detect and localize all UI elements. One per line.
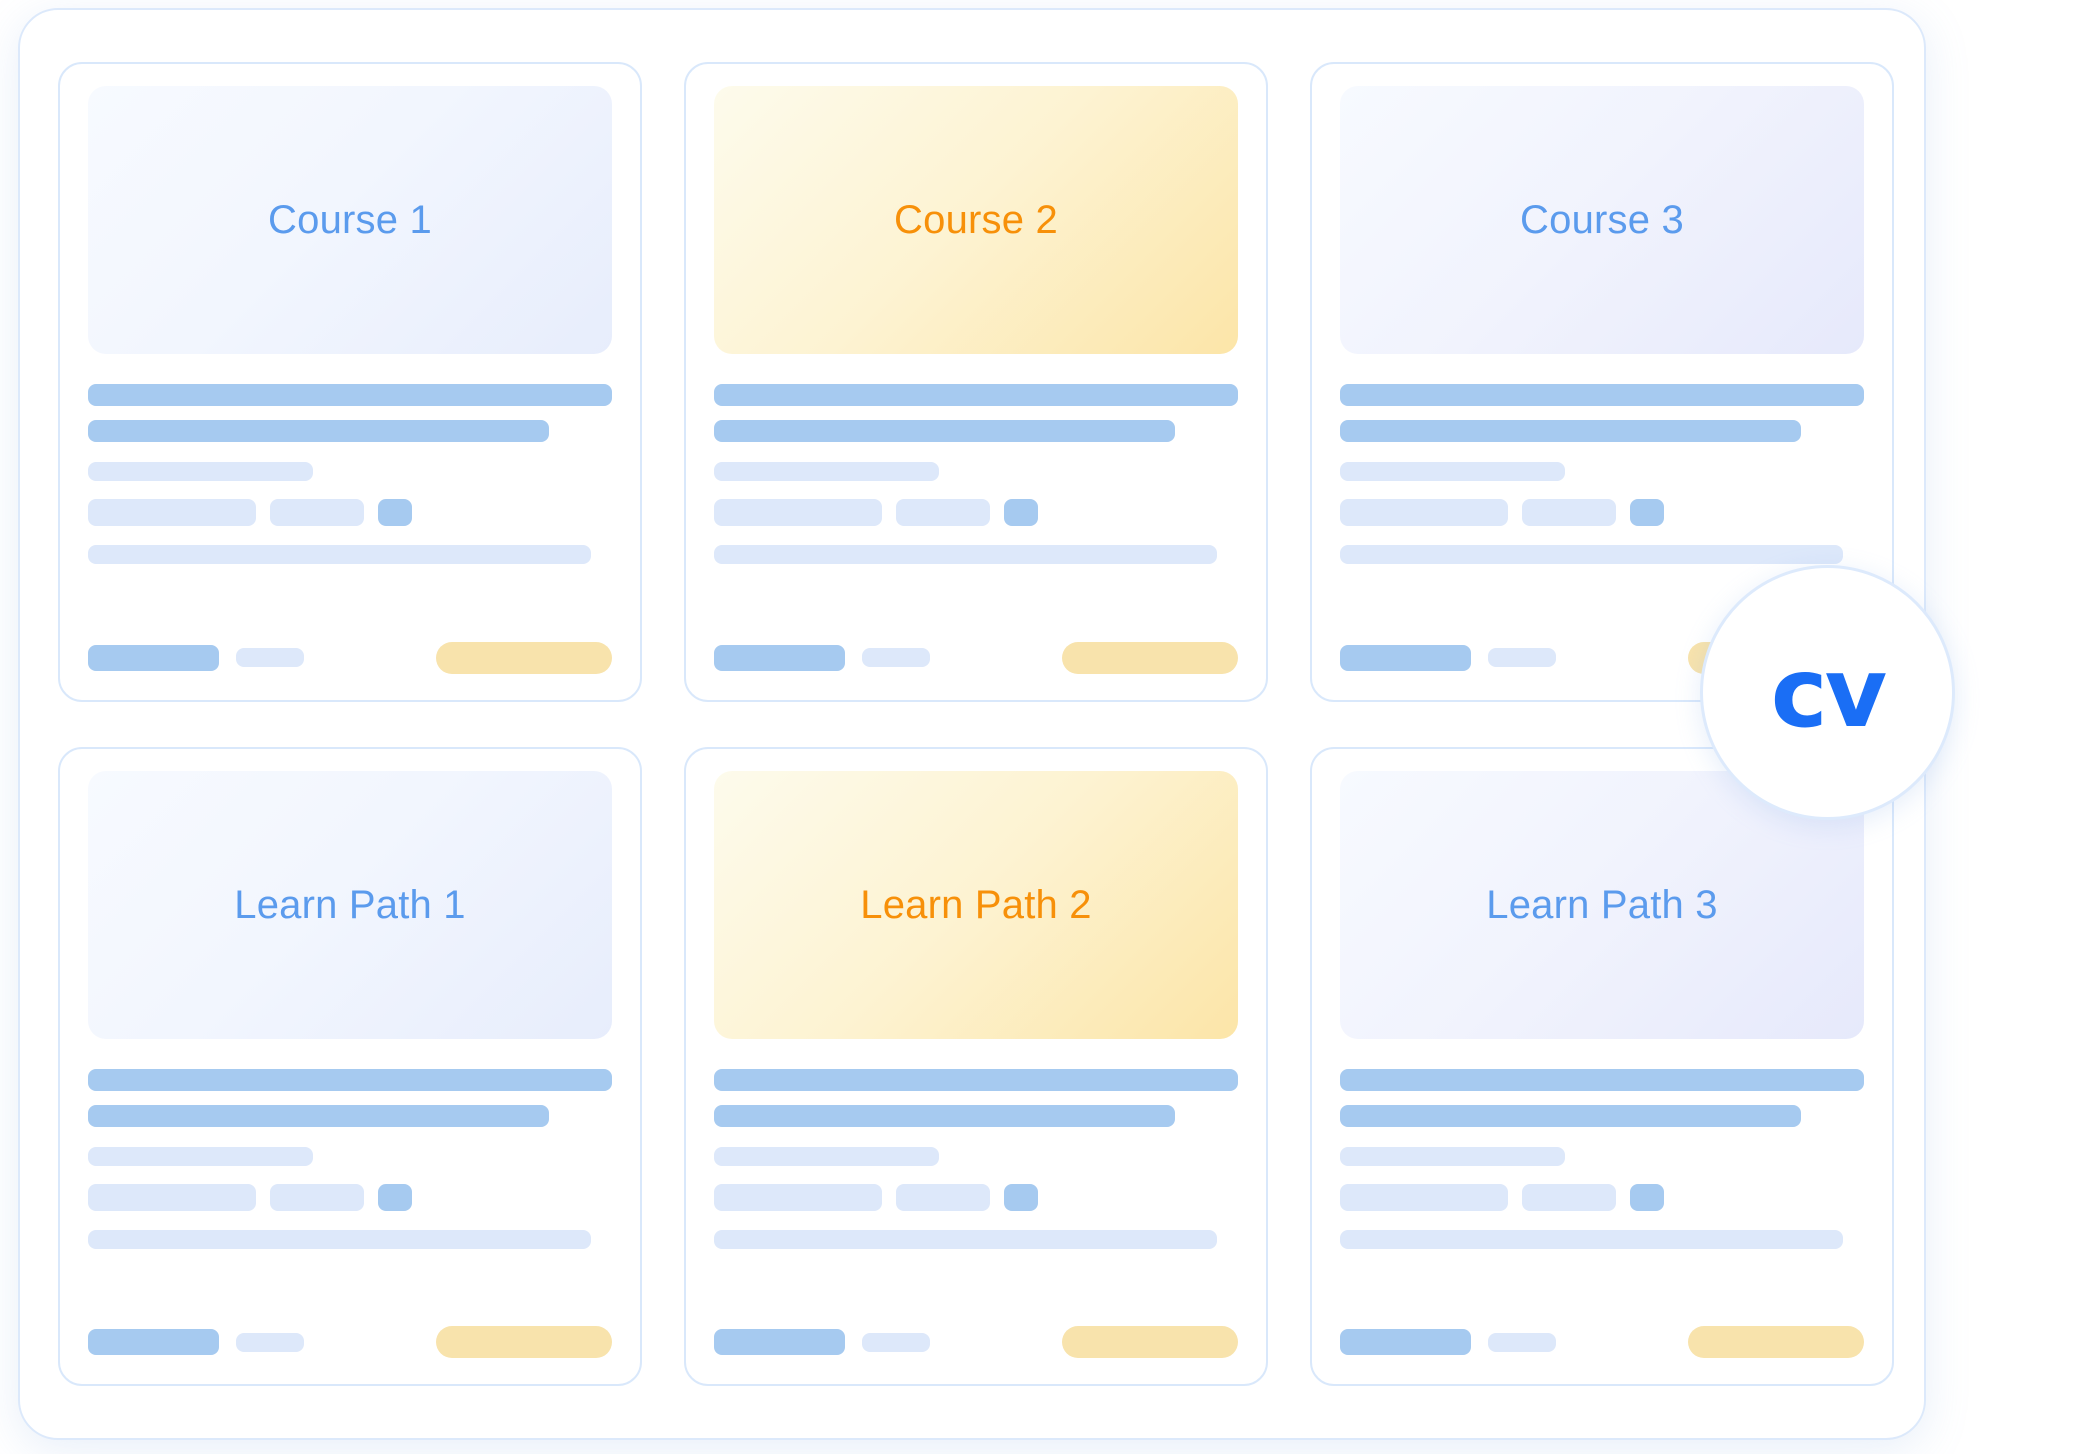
skeleton-tag-row bbox=[714, 1183, 1238, 1211]
skeleton-cta-button[interactable] bbox=[436, 641, 612, 674]
skeleton-footer-secondary bbox=[862, 1332, 931, 1352]
skeleton-tag-accent bbox=[377, 499, 413, 526]
skeleton-tag bbox=[1340, 499, 1508, 526]
card-title: Course 1 bbox=[268, 198, 432, 242]
cv-brand-badge: cv bbox=[1700, 565, 1955, 820]
skeleton-meta-bar bbox=[1340, 462, 1566, 481]
card-footer-row bbox=[714, 1296, 1238, 1358]
skeleton-description-bar bbox=[88, 1229, 592, 1249]
skeleton-cta-button[interactable] bbox=[1062, 1326, 1238, 1358]
card-thumbnail: Learn Path 2 bbox=[714, 770, 1238, 1039]
card-skeleton-body bbox=[714, 384, 1238, 674]
learn-path-card[interactable]: Learn Path 1 bbox=[58, 746, 642, 1386]
skeleton-tag bbox=[895, 1183, 990, 1211]
card-title: Learn Path 3 bbox=[1486, 882, 1718, 927]
card-title: Course 2 bbox=[894, 198, 1058, 242]
skeleton-tag-accent bbox=[377, 1183, 413, 1211]
skeleton-title-bar bbox=[714, 1068, 1238, 1091]
skeleton-tag-accent bbox=[1629, 1183, 1665, 1211]
skeleton-tag bbox=[269, 1183, 364, 1211]
skeleton-footer-primary bbox=[714, 1329, 845, 1355]
learn-path-card[interactable]: Learn Path 2 bbox=[684, 746, 1268, 1386]
skeleton-tag bbox=[1521, 1183, 1616, 1211]
card-thumbnail: Learn Path 1 bbox=[88, 770, 612, 1039]
card-footer-row bbox=[88, 612, 612, 674]
skeleton-subtitle-bar bbox=[714, 420, 1176, 442]
skeleton-tag-row bbox=[88, 499, 612, 526]
skeleton-tag-accent bbox=[1003, 1183, 1039, 1211]
skeleton-title-bar bbox=[1340, 1068, 1864, 1091]
skeleton-tag-row bbox=[1340, 499, 1864, 526]
skeleton-meta-bar bbox=[714, 1146, 940, 1166]
card-thumbnail: Course 1 bbox=[88, 86, 612, 354]
skeleton-title-bar bbox=[714, 384, 1238, 406]
skeleton-meta-bar bbox=[88, 1146, 314, 1166]
skeleton-footer-secondary bbox=[236, 648, 305, 667]
skeleton-tag bbox=[714, 1183, 882, 1211]
skeleton-subtitle-bar bbox=[1340, 1104, 1802, 1127]
skeleton-tag-row bbox=[714, 499, 1238, 526]
card-title: Course 3 bbox=[1520, 198, 1684, 242]
skeleton-footer-secondary bbox=[1488, 1332, 1557, 1352]
skeleton-tag bbox=[88, 499, 256, 526]
skeleton-description-bar bbox=[714, 545, 1218, 564]
card-title: Learn Path 2 bbox=[860, 882, 1092, 927]
skeleton-title-bar bbox=[88, 1068, 612, 1091]
skeleton-tag-accent bbox=[1629, 499, 1665, 526]
skeleton-footer-primary bbox=[88, 1329, 219, 1355]
card-skeleton-body bbox=[88, 1068, 612, 1358]
cv-logo-text: cv bbox=[1770, 636, 1887, 749]
card-skeleton-body bbox=[88, 384, 612, 674]
learn-path-card[interactable]: Learn Path 3 bbox=[1310, 746, 1894, 1386]
skeleton-meta-bar bbox=[714, 462, 940, 481]
skeleton-cta-button[interactable] bbox=[1688, 1326, 1864, 1358]
skeleton-footer-secondary bbox=[1488, 648, 1557, 667]
skeleton-meta-bar bbox=[1340, 1146, 1566, 1166]
skeleton-meta-bar bbox=[88, 462, 314, 481]
card-thumbnail: Course 3 bbox=[1340, 86, 1864, 354]
card-thumbnail: Course 2 bbox=[714, 86, 1238, 354]
skeleton-cta-button[interactable] bbox=[1062, 641, 1238, 674]
skeleton-tag-row bbox=[1340, 1183, 1864, 1211]
skeleton-footer-primary bbox=[1340, 644, 1471, 671]
screenshot-stage: Course 1 Course 2 Course 3 Learn Path 1 … bbox=[0, 0, 2080, 1454]
skeleton-description-bar bbox=[88, 545, 592, 564]
skeleton-description-bar bbox=[1340, 1229, 1844, 1249]
skeleton-title-bar bbox=[88, 384, 612, 406]
skeleton-footer-primary bbox=[88, 644, 219, 671]
skeleton-subtitle-bar bbox=[88, 420, 550, 442]
card-footer-row bbox=[1340, 1296, 1864, 1358]
skeleton-footer-secondary bbox=[236, 1332, 305, 1352]
course-card[interactable]: Course 1 bbox=[58, 62, 642, 702]
skeleton-footer-primary bbox=[714, 644, 845, 671]
skeleton-footer-secondary bbox=[862, 648, 931, 667]
skeleton-tag-accent bbox=[1003, 499, 1039, 526]
skeleton-subtitle-bar bbox=[714, 1104, 1176, 1127]
skeleton-tag bbox=[714, 499, 882, 526]
skeleton-description-bar bbox=[714, 1229, 1218, 1249]
course-card[interactable]: Course 2 bbox=[684, 62, 1268, 702]
skeleton-footer-primary bbox=[1340, 1329, 1471, 1355]
skeleton-description-bar bbox=[1340, 545, 1844, 564]
skeleton-tag-row bbox=[88, 1183, 612, 1211]
skeleton-tag bbox=[269, 499, 364, 526]
card-grid: Course 1 Course 2 Course 3 Learn Path 1 … bbox=[58, 62, 1894, 1386]
skeleton-tag bbox=[1521, 499, 1616, 526]
card-title: Learn Path 1 bbox=[234, 882, 466, 927]
card-skeleton-body bbox=[1340, 1068, 1864, 1358]
card-footer-row bbox=[714, 612, 1238, 674]
skeleton-tag bbox=[1340, 1183, 1508, 1211]
skeleton-subtitle-bar bbox=[88, 1104, 550, 1127]
card-footer-row bbox=[88, 1296, 612, 1358]
skeleton-tag bbox=[88, 1183, 256, 1211]
skeleton-cta-button[interactable] bbox=[436, 1326, 612, 1358]
skeleton-title-bar bbox=[1340, 384, 1864, 406]
course-catalog-panel: Course 1 Course 2 Course 3 Learn Path 1 … bbox=[18, 8, 1926, 1440]
skeleton-subtitle-bar bbox=[1340, 420, 1802, 442]
card-skeleton-body bbox=[714, 1068, 1238, 1358]
skeleton-tag bbox=[895, 499, 990, 526]
